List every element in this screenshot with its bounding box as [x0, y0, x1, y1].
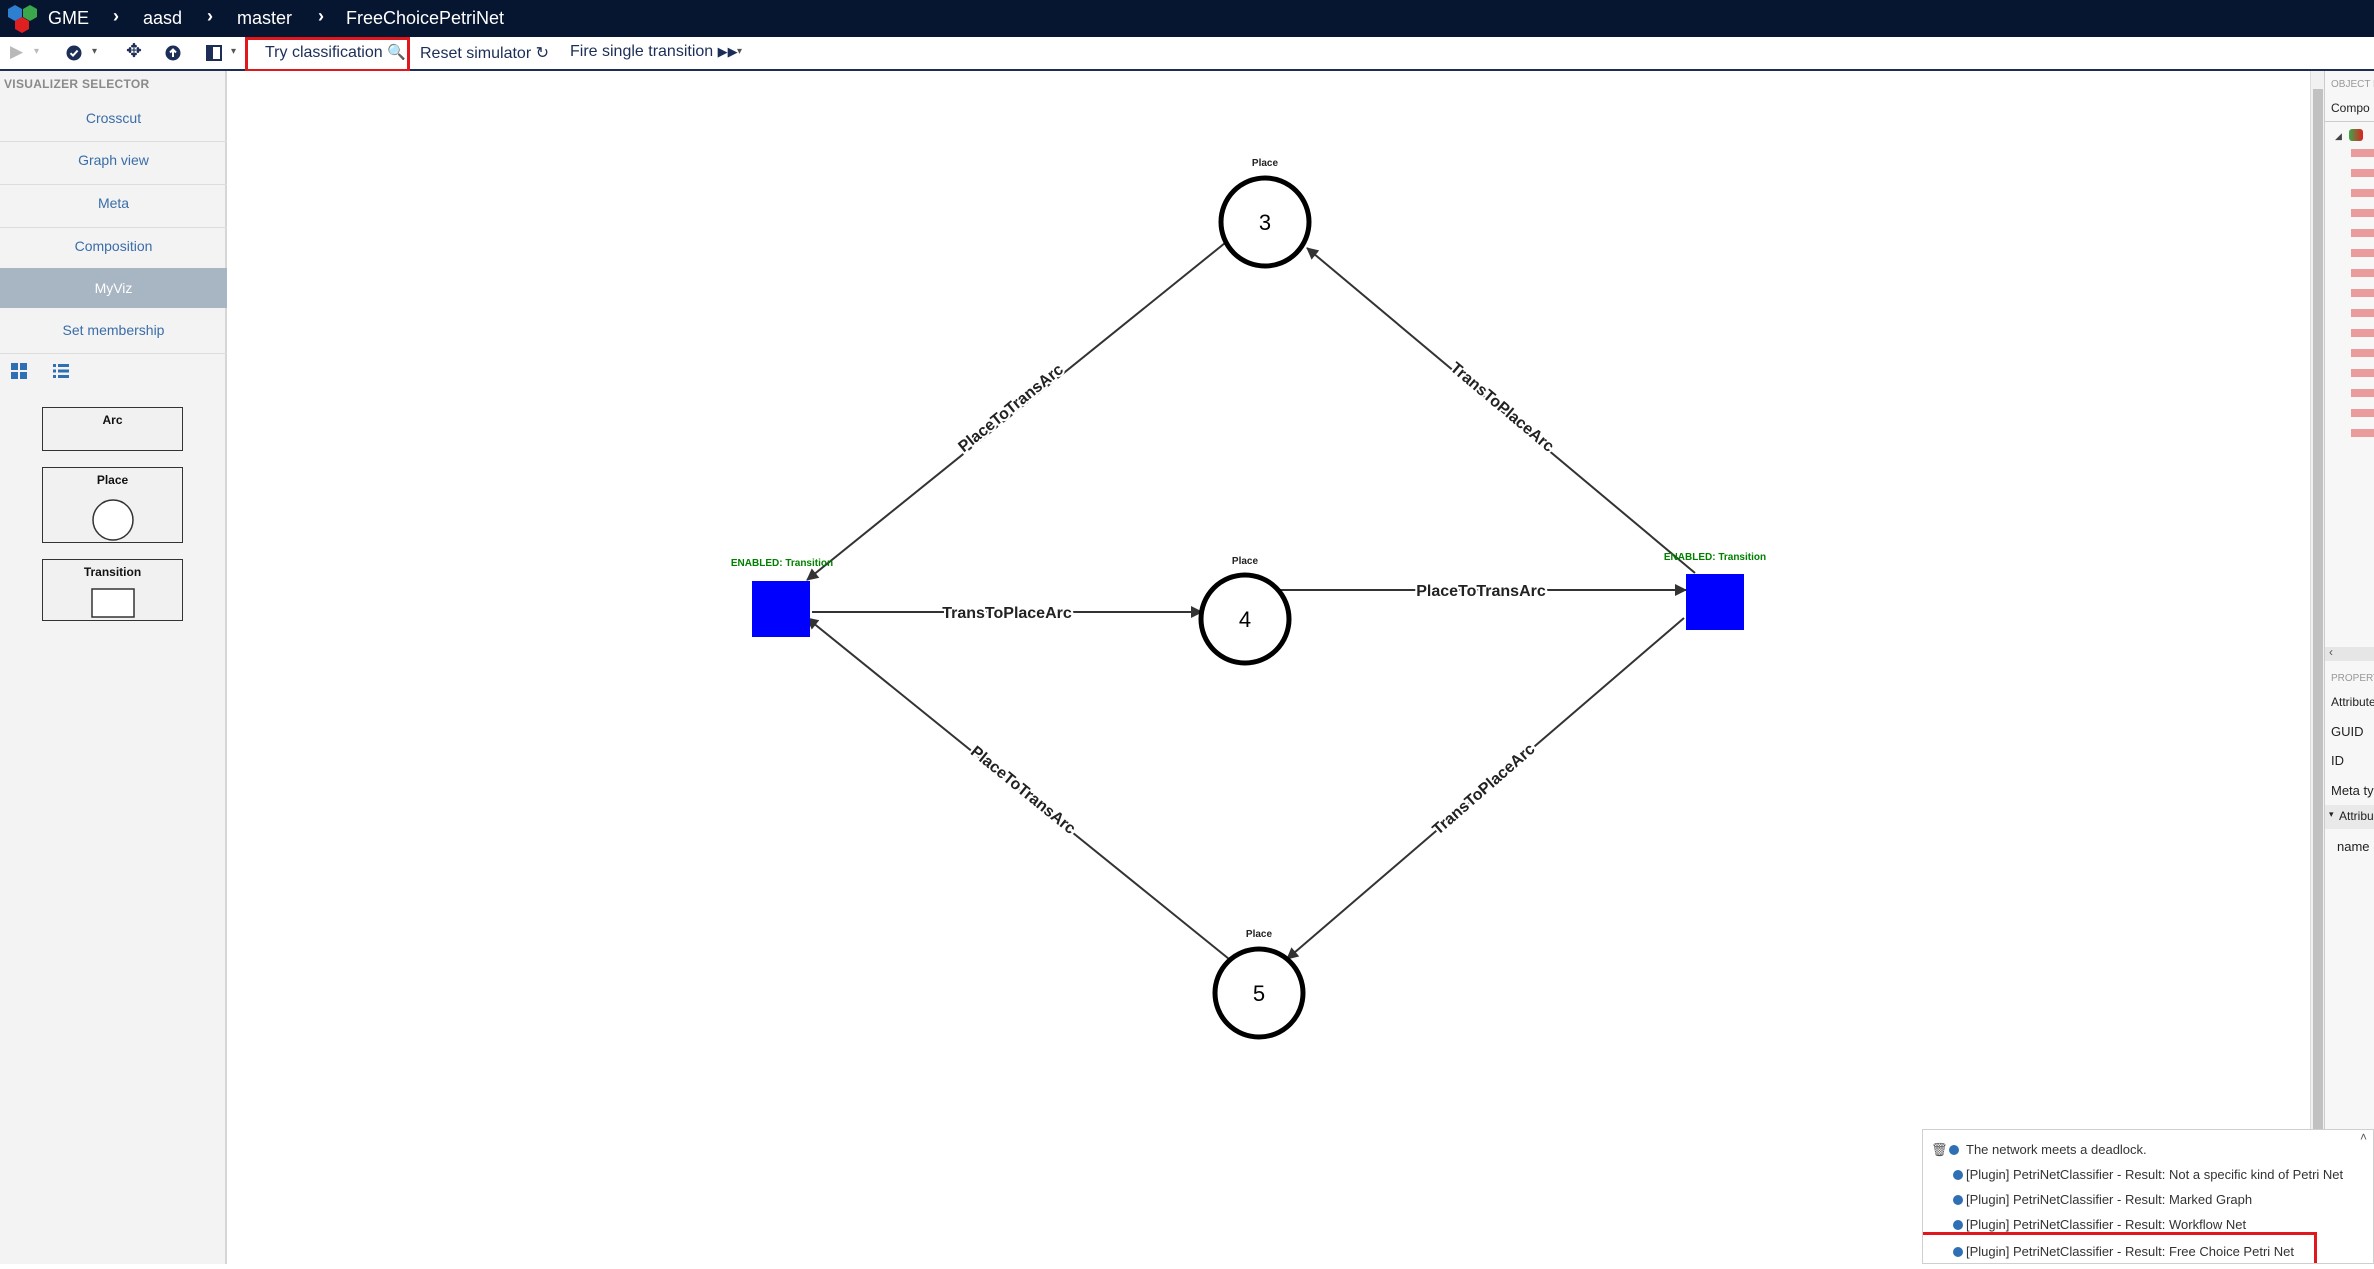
refresh-icon: ↻: [535, 45, 550, 62]
arc-label: PlaceToTransArc: [967, 743, 1078, 838]
breadcrumb-model[interactable]: FreeChoicePetriNet: [346, 8, 504, 29]
reset-simulator-button[interactable]: Reset simulator ↻: [420, 43, 549, 63]
fire-caret-icon[interactable]: ▾: [737, 46, 742, 57]
place-type-label: Place: [1232, 556, 1259, 567]
trash-icon[interactable]: 🗑: [1931, 1142, 1948, 1158]
check-circle-icon[interactable]: [66, 45, 82, 61]
divider: [2325, 121, 2374, 122]
app-name[interactable]: GME: [48, 8, 89, 29]
highlight-free-choice-result: [1923, 1232, 2317, 1263]
toolbar: ▶ ▾ ▾ ✥ ▾ Try classification 🔍 Reset sim…: [0, 37, 2374, 72]
transition-label: ENABLED: Transition: [1664, 552, 1766, 563]
play-icon[interactable]: ▶: [10, 42, 23, 62]
place-token-count: 5: [1253, 981, 1265, 1006]
tree-root-icon[interactable]: [2349, 129, 2363, 141]
transition-left[interactable]: [752, 581, 810, 637]
breadcrumb-chevron-icon: ›: [318, 6, 324, 26]
notification-item: The network meets a deadlock.: [1966, 1142, 2147, 1157]
list-view-icon[interactable]: [52, 362, 70, 380]
top-navigation-bar: GME › aasd › master › FreeChoicePetriNet: [0, 0, 2374, 37]
model-canvas[interactable]: PlaceToTransArc TransToPlaceArc TransToP…: [229, 71, 2310, 1264]
place-circle-icon: [92, 499, 134, 541]
collapse-icon: ▾: [2329, 809, 2334, 819]
palette-label: Place: [96, 473, 129, 487]
arc-label: PlaceToTransArc: [1416, 583, 1546, 600]
breadcrumb-chevron-icon: ›: [113, 6, 119, 26]
viz-item-meta[interactable]: Meta: [0, 184, 227, 222]
property-metatype-label: Meta ty: [2331, 783, 2374, 798]
arc-label: TransToPlaceArc: [1430, 741, 1539, 839]
tree-node-icons[interactable]: [2351, 149, 2374, 449]
right-panel: OBJECT B Compo ◢ ‹ PROPERT Attribute GUI…: [2324, 71, 2374, 1264]
place-token-count: 4: [1239, 607, 1251, 632]
arc-label: PlaceToTransArc: [955, 361, 1066, 456]
tab-attributes[interactable]: Attribute: [2331, 695, 2374, 709]
notification-item: [Plugin] PetriNetClassifier - Result: No…: [1966, 1167, 2344, 1182]
arc-label: TransToPlaceArc: [1447, 359, 1557, 455]
transition-right[interactable]: [1686, 574, 1744, 630]
divider: [0, 353, 227, 354]
place-type-label: Place: [1252, 158, 1279, 169]
place-token-count: 3: [1259, 210, 1271, 235]
highlight-try-classification: [245, 37, 410, 72]
object-browser-title: OBJECT B: [2331, 79, 2374, 90]
palette-item-arc[interactable]: Arc: [42, 407, 183, 451]
viz-item-myviz[interactable]: MyViz: [0, 268, 227, 308]
viz-item-composition[interactable]: Composition: [0, 227, 227, 265]
palette-item-transition[interactable]: Transition: [42, 559, 183, 621]
tab-composition[interactable]: Compo: [2331, 101, 2370, 115]
scrollbar-thumb[interactable]: [2313, 89, 2323, 1129]
property-guid-label: GUID: [2331, 724, 2364, 739]
left-panel: VISUALIZER SELECTOR Crosscut Graph view …: [0, 71, 227, 1264]
fire-single-transition-button[interactable]: Fire single transition ▶▶: [570, 43, 738, 61]
reset-simulator-label: Reset simulator: [420, 45, 532, 62]
layout-columns-icon[interactable]: [206, 45, 222, 61]
attributes-section-header[interactable]: ▾ Attribu: [2325, 805, 2374, 829]
viz-item-graph-view[interactable]: Graph view: [0, 141, 227, 179]
arc-label: TransToPlaceArc: [942, 605, 1072, 622]
canvas-scrollbar[interactable]: [2310, 71, 2324, 1135]
breadcrumb-chevron-icon: ›: [207, 6, 213, 26]
tree-expand-icon[interactable]: ◢: [2335, 131, 2342, 142]
gme-logo-icon[interactable]: [6, 3, 40, 35]
property-editor-title: PROPERT: [2331, 673, 2374, 684]
petri-net-diagram: PlaceToTransArc TransToPlaceArc TransToP…: [731, 158, 1766, 1040]
notification-panel: 🗑 ˄ The network meets a deadlock. [Plugi…: [1922, 1129, 2374, 1264]
info-dot-icon: [1953, 1170, 1963, 1180]
notification-item: [Plugin] PetriNetClassifier - Result: Ma…: [1966, 1192, 2253, 1207]
palette-item-place[interactable]: Place: [42, 467, 183, 543]
visualizer-selector-title: VISUALIZER SELECTOR: [4, 77, 150, 91]
tree-horizontal-scrollbar[interactable]: ‹: [2325, 645, 2374, 661]
move-icon[interactable]: ✥: [126, 40, 142, 63]
scroll-left-icon[interactable]: ‹: [2329, 645, 2333, 659]
viz-item-set-membership[interactable]: Set membership: [0, 311, 227, 349]
check-caret-icon[interactable]: ▾: [92, 46, 97, 57]
grid-view-icon[interactable]: [10, 362, 28, 380]
palette-label: Transition: [83, 565, 142, 579]
property-id-label: ID: [2331, 753, 2344, 768]
notification-item: [Plugin] PetriNetClassifier - Result: Wo…: [1966, 1217, 2247, 1232]
fast-forward-icon: ▶▶: [717, 44, 738, 59]
play-caret-icon[interactable]: ▾: [34, 46, 39, 57]
layout-caret-icon[interactable]: ▾: [231, 46, 236, 57]
transition-label: ENABLED: Transition: [731, 558, 833, 569]
upload-icon[interactable]: [165, 45, 181, 61]
breadcrumb-branch[interactable]: master: [237, 8, 292, 29]
info-dot-icon: [1953, 1220, 1963, 1230]
palette-label: Arc: [102, 413, 123, 427]
info-dot-icon: [1949, 1145, 1959, 1155]
info-dot-icon: [1953, 1195, 1963, 1205]
breadcrumb-project[interactable]: aasd: [143, 8, 182, 29]
fire-single-transition-label: Fire single transition: [570, 43, 714, 60]
property-name-label: name: [2337, 839, 2370, 854]
viz-item-crosscut[interactable]: Crosscut: [0, 99, 227, 137]
attributes-section-label: Attribu: [2339, 809, 2374, 823]
place-type-label: Place: [1246, 929, 1273, 940]
transition-rect-icon: [91, 588, 135, 618]
scroll-up-icon[interactable]: ˄: [2360, 1130, 2367, 1144]
